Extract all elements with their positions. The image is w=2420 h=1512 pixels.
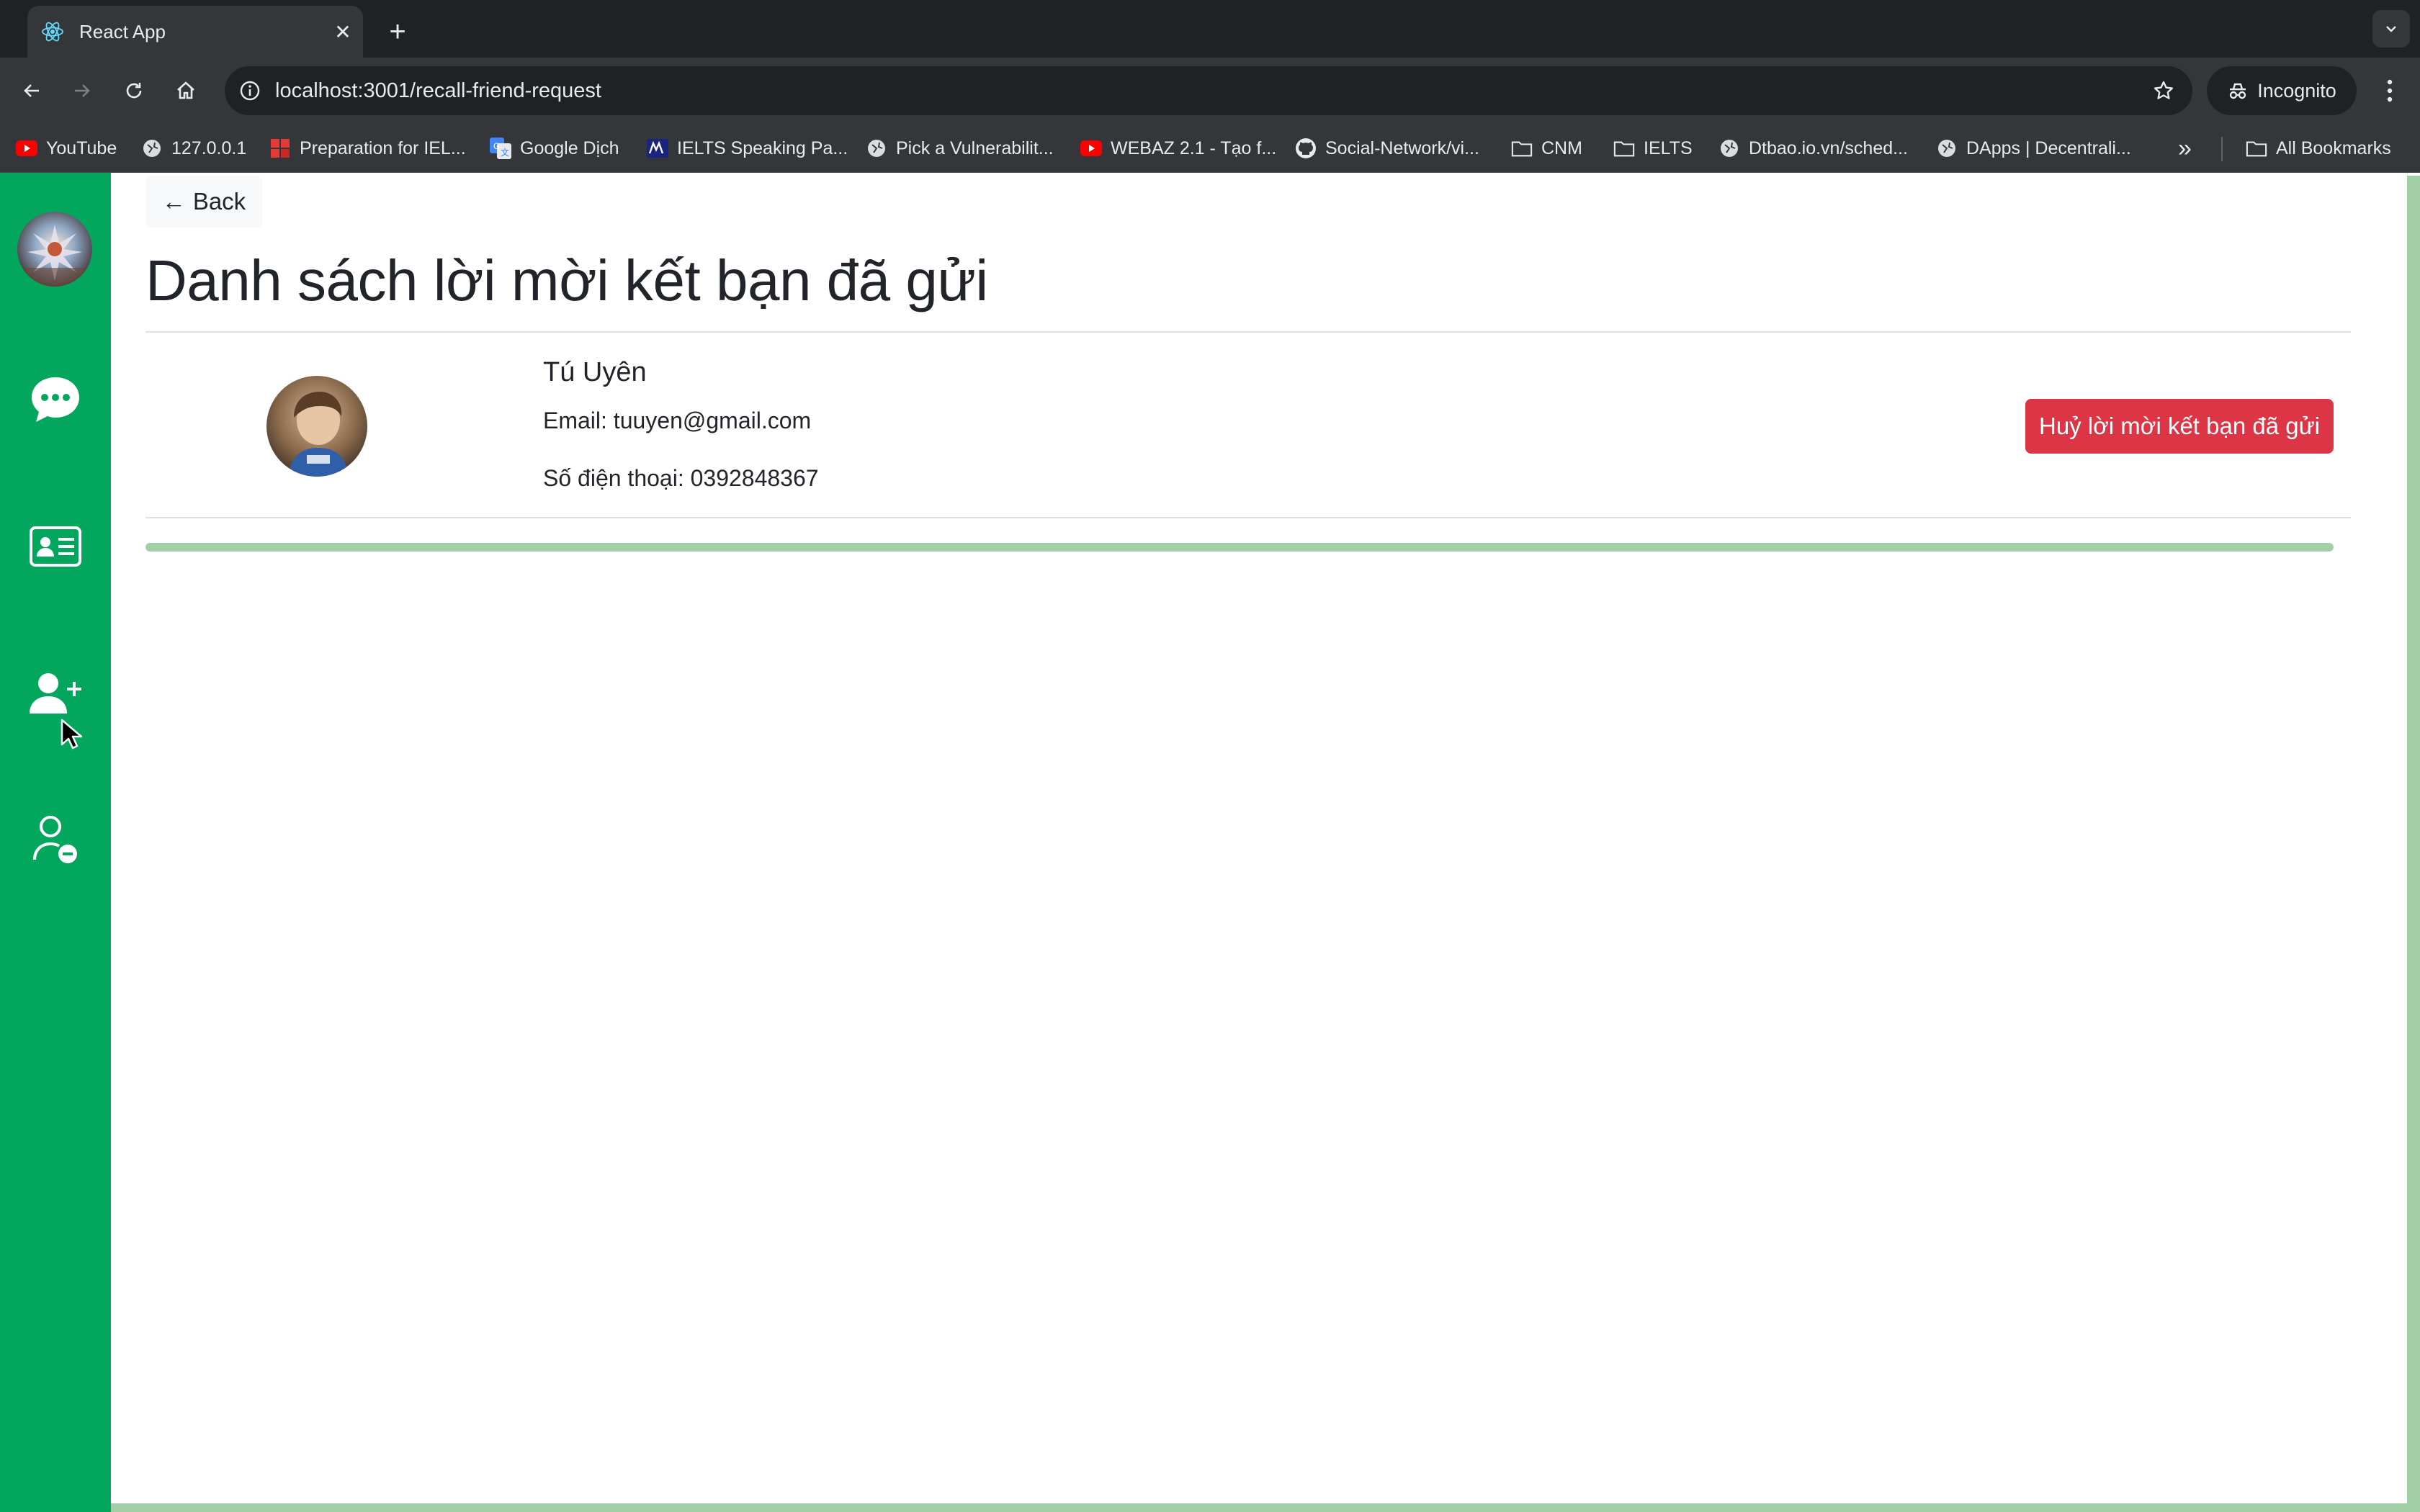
- bookmark-label: Social-Network/vi...: [1325, 138, 1479, 158]
- contact-card-icon: [30, 526, 81, 567]
- folder-icon: [1613, 138, 1635, 159]
- chevron-down-icon: [2386, 26, 2396, 32]
- bookmark-label: 127.0.0.1: [171, 138, 247, 158]
- close-tab-icon[interactable]: ✕: [323, 20, 363, 44]
- bookmark-folder-ielts[interactable]: IELTS: [1613, 134, 1693, 163]
- globe-icon: [866, 138, 887, 159]
- browser-toolbar: localhost:3001/recall-friend-request Inc…: [0, 58, 2420, 124]
- bookmark-ielts-speaking[interactable]: IELTS Speaking Pa...: [647, 134, 848, 163]
- bookmark-folder-cnm[interactable]: CNM: [1511, 134, 1582, 163]
- loading-progress-bar: [145, 543, 2334, 552]
- incognito-icon: [2230, 83, 2246, 99]
- bookmark-label: Preparation for IEL...: [300, 138, 466, 158]
- folder-icon: [2246, 138, 2267, 159]
- bookmark-label: CNM: [1541, 138, 1582, 158]
- progress-fill: [145, 543, 2334, 552]
- bookmark-label: WEBAZ 2.1 - Tạo f...: [1111, 138, 1277, 158]
- person-add-icon: [30, 673, 81, 714]
- svg-text:G: G: [493, 141, 500, 151]
- incognito-label: Incognito: [2257, 79, 2336, 102]
- globe-icon: [1718, 138, 1740, 159]
- address-bar[interactable]: localhost:3001/recall-friend-request: [225, 66, 2192, 115]
- bookmark-dapps[interactable]: DApps | Decentrali...: [1936, 134, 2131, 163]
- youtube-icon: [16, 138, 37, 159]
- right-green-edge: [2407, 176, 2420, 1512]
- friend-email: Email: tuuyen@gmail.com: [543, 408, 812, 433]
- sidebar-item-remove-friend[interactable]: [24, 809, 86, 871]
- back-label: Back: [192, 188, 246, 215]
- browser-tab-strip: React App ✕ +: [0, 0, 2420, 58]
- bookmark-star-icon[interactable]: [2135, 79, 2192, 102]
- bookmark-label: YouTube: [46, 138, 117, 158]
- friend-phone: Số điện thoại: 0392848367: [543, 465, 819, 491]
- friend-name: Tú Uyên: [543, 357, 647, 387]
- bookmark-webaz[interactable]: WEBAZ 2.1 - Tạo f...: [1080, 134, 1276, 163]
- bookmark-label: IELTS Speaking Pa...: [677, 138, 848, 158]
- sidebar-item-add-friend[interactable]: [24, 662, 86, 724]
- url-text[interactable]: localhost:3001/recall-friend-request: [275, 79, 2135, 103]
- bookmark-social-network[interactable]: Social-Network/vi...: [1295, 134, 1479, 163]
- reload-icon: [126, 83, 142, 99]
- translate-icon: G文: [490, 138, 511, 159]
- arrow-left-icon: ←: [161, 188, 186, 215]
- bookmarks-bar: YouTube 127.0.0.1 Preparation for IEL...…: [0, 124, 2420, 173]
- bottom-green-edge: [111, 1503, 2420, 1512]
- site-info-icon[interactable]: [225, 80, 275, 102]
- bookmark-label: Dtbao.io.vn/sched...: [1749, 138, 1908, 158]
- react-logo-icon: [42, 22, 63, 42]
- back-nav-button[interactable]: [12, 71, 52, 111]
- incognito-indicator[interactable]: Incognito: [2207, 66, 2357, 115]
- bookmark-google-translate[interactable]: G文 Google Dịch: [490, 134, 619, 163]
- globe-icon: [141, 138, 163, 159]
- ielts-icon: [647, 138, 668, 159]
- arrow-left-icon: [24, 84, 39, 97]
- divider: [145, 331, 2351, 333]
- youtube-icon: [1080, 138, 1102, 159]
- home-icon: [177, 81, 194, 99]
- cancel-friend-request-button[interactable]: Huỷ lời mời kết bạn đã gửi: [2025, 399, 2334, 454]
- divider: [145, 517, 2351, 518]
- app-sidebar: [0, 173, 111, 1512]
- page-title: Danh sách lời mời kết bạn đã gửi: [145, 248, 988, 312]
- bookmark-label: Google Dịch: [520, 138, 619, 158]
- grid-icon: [269, 138, 291, 159]
- all-bookmarks-label: All Bookmarks: [2276, 138, 2391, 158]
- globe-icon: [1936, 138, 1958, 159]
- bookmark-pick-vulnerability[interactable]: Pick a Vulnerabilit...: [866, 134, 1054, 163]
- bookmarks-divider: [2221, 137, 2223, 161]
- person-remove-icon: [33, 816, 77, 863]
- bookmark-label: IELTS: [1644, 138, 1693, 158]
- bookmarks-overflow-button[interactable]: »: [2178, 134, 2192, 163]
- home-button[interactable]: [166, 71, 206, 111]
- back-button[interactable]: ← Back: [145, 176, 262, 228]
- bookmark-youtube[interactable]: YouTube: [16, 134, 117, 163]
- bookmark-localhost[interactable]: 127.0.0.1: [141, 134, 246, 163]
- new-tab-button[interactable]: +: [377, 12, 418, 52]
- github-icon: [1295, 138, 1317, 159]
- chat-bubble-icon: [32, 377, 79, 422]
- forward-nav-button[interactable]: [62, 71, 102, 111]
- folder-icon: [1511, 138, 1533, 159]
- all-bookmarks-button[interactable]: All Bookmarks: [2246, 134, 2391, 163]
- browser-menu-button[interactable]: [2370, 71, 2410, 111]
- friend-avatar: [266, 376, 367, 477]
- arrow-right-icon: [75, 84, 90, 97]
- mouse-cursor-icon: [60, 719, 82, 750]
- sidebar-item-chat[interactable]: [24, 369, 86, 431]
- svg-text:文: 文: [501, 147, 509, 158]
- browser-tab[interactable]: React App ✕: [27, 6, 363, 58]
- tab-search-button[interactable]: [2372, 10, 2410, 48]
- reload-button[interactable]: [114, 71, 154, 111]
- bookmark-dtbao[interactable]: Dtbao.io.vn/sched...: [1718, 134, 1908, 163]
- kebab-menu-icon: [2387, 79, 2393, 102]
- sidebar-item-contacts[interactable]: [24, 516, 86, 577]
- user-avatar[interactable]: [17, 212, 92, 287]
- bookmark-label: Pick a Vulnerabilit...: [896, 138, 1054, 158]
- bookmark-label: DApps | Decentrali...: [1966, 138, 2131, 158]
- tab-title: React App: [79, 20, 166, 42]
- bookmark-ielts-prep[interactable]: Preparation for IEL...: [269, 134, 466, 163]
